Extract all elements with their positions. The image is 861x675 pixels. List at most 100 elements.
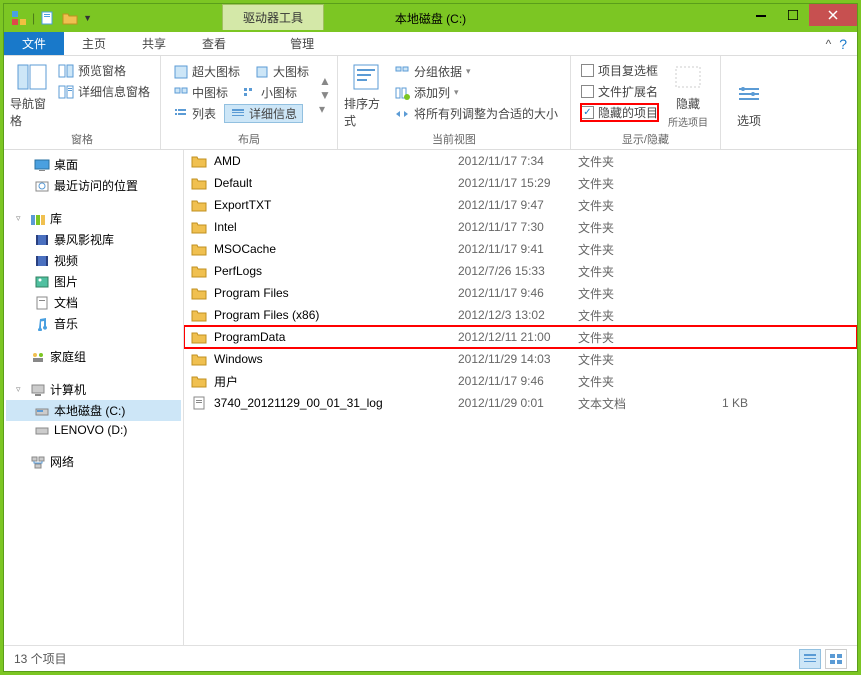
file-extensions-toggle[interactable]: 文件扩展名 <box>581 83 658 100</box>
file-row[interactable]: AMD2012/11/17 7:34文件夹 <box>184 150 857 172</box>
minimize-button[interactable] <box>745 4 777 26</box>
options-icon <box>733 78 765 110</box>
contextual-tab-container: 驱动器工具 <box>222 4 324 30</box>
layout-down-icon[interactable]: ▼ <box>319 88 331 102</box>
sidebar-item-desktop[interactable]: 桌面 <box>6 154 181 175</box>
sort-icon <box>350 61 382 93</box>
drive-icon <box>34 423 50 437</box>
sidebar-item-network[interactable]: 网络 <box>6 451 181 472</box>
view-details[interactable]: 详细信息 <box>224 104 303 123</box>
layout-more-icon[interactable]: ▾ <box>319 102 331 116</box>
folder-icon <box>190 153 208 169</box>
view-medium[interactable]: 中图标 <box>167 83 234 102</box>
file-row[interactable]: MSOCache2012/11/17 9:41文件夹 <box>184 238 857 260</box>
file-row[interactable]: Program Files2012/11/17 9:46文件夹 <box>184 282 857 304</box>
file-type: 文件夹 <box>578 285 678 302</box>
drive-tools-tab-label: 驱动器工具 <box>222 4 324 30</box>
tab-file[interactable]: 文件 <box>4 32 64 55</box>
folder-icon <box>190 175 208 191</box>
sidebar-item-pictures[interactable]: 图片 <box>6 271 181 292</box>
checkbox-checked-icon: ✓ <box>581 106 594 119</box>
file-date: 2012/11/17 9:46 <box>458 374 578 388</box>
hidden-items-toggle[interactable]: ✓隐藏的项目 <box>581 104 658 121</box>
file-row[interactable]: 用户2012/11/17 9:46文件夹 <box>184 370 857 392</box>
file-name: ExportTXT <box>214 198 458 212</box>
small-icon <box>242 86 258 100</box>
preview-pane-button[interactable]: 预览窗格 <box>58 62 150 79</box>
file-row[interactable]: Program Files (x86)2012/12/3 13:02文件夹 <box>184 304 857 326</box>
folder-icon <box>190 219 208 235</box>
file-size: 1 KB <box>678 396 758 410</box>
sidebar-item-videos[interactable]: 视频 <box>6 250 181 271</box>
navigation-pane-button[interactable]: 导航窗格 <box>10 60 54 129</box>
sidebar-item-homegroup[interactable]: 家庭组 <box>6 346 181 367</box>
status-bar: 13 个项目 <box>4 645 857 671</box>
status-item-count: 13 个项目 <box>14 650 67 667</box>
file-list[interactable]: AMD2012/11/17 7:34文件夹Default2012/11/17 1… <box>184 150 857 645</box>
extra-large-icon <box>173 65 189 79</box>
expand-icon[interactable]: ▿ <box>16 213 26 224</box>
group-by-button[interactable]: 分组依据▾ <box>392 62 560 81</box>
file-row[interactable]: Default2012/11/17 15:29文件夹 <box>184 172 857 194</box>
details-pane-button[interactable]: 详细信息窗格 <box>58 83 150 100</box>
hide-selected-button[interactable]: 隐藏 所选项目 <box>662 60 714 129</box>
sidebar-item-ddrive[interactable]: LENOVO (D:) <box>6 421 181 439</box>
new-folder-icon[interactable] <box>61 9 79 27</box>
view-extra-large[interactable]: 超大图标 <box>167 62 246 81</box>
tab-home[interactable]: 主页 <box>64 32 124 55</box>
file-row[interactable]: Intel2012/11/17 7:30文件夹 <box>184 216 857 238</box>
ribbon-group-layout-label: 布局 <box>167 129 331 147</box>
tab-share[interactable]: 共享 <box>124 32 184 55</box>
sidebar-item-documents[interactable]: 文档 <box>6 292 181 313</box>
minimize-ribbon-icon[interactable]: ^ <box>826 37 832 51</box>
file-name: ProgramData <box>214 330 458 344</box>
file-name: Intel <box>214 220 458 234</box>
add-columns-icon <box>394 86 410 100</box>
sidebar-item-recent[interactable]: 最近访问的位置 <box>6 175 181 196</box>
file-row[interactable]: Windows2012/11/29 14:03文件夹 <box>184 348 857 370</box>
file-date: 2012/11/17 7:30 <box>458 220 578 234</box>
view-toggle-details[interactable] <box>799 649 821 669</box>
sidebar-item-computer[interactable]: ▿计算机 <box>6 379 181 400</box>
item-checkboxes-toggle[interactable]: 项目复选框 <box>581 62 658 79</box>
qat-dropdown-icon[interactable]: ▼ <box>83 13 92 23</box>
tab-manage[interactable]: 管理 <box>272 32 332 55</box>
ribbon-tabs: 文件 主页 共享 查看 管理 ^ ? <box>4 32 857 56</box>
sidebar-item-libraries[interactable]: ▿库 <box>6 208 181 229</box>
view-small[interactable]: 小图标 <box>236 83 303 102</box>
file-date: 2012/11/17 9:47 <box>458 198 578 212</box>
file-row[interactable]: ExportTXT2012/11/17 9:47文件夹 <box>184 194 857 216</box>
libraries-icon <box>30 212 46 226</box>
expand-icon[interactable]: ▿ <box>16 384 26 395</box>
maximize-button[interactable] <box>777 4 809 26</box>
sort-by-button[interactable]: 排序方式 <box>344 60 388 129</box>
file-name: AMD <box>214 154 458 168</box>
fit-columns-button[interactable]: 将所有列调整为合适的大小 <box>392 104 560 123</box>
sidebar-item-cdrive[interactable]: 本地磁盘 (C:) <box>6 400 181 421</box>
help-icon[interactable]: ? <box>839 36 847 52</box>
file-date: 2012/11/29 0:01 <box>458 396 578 410</box>
view-toggle-icons[interactable] <box>825 649 847 669</box>
tab-view[interactable]: 查看 <box>184 32 244 55</box>
sidebar-item-music[interactable]: 音乐 <box>6 313 181 334</box>
file-type: 文件夹 <box>578 307 678 324</box>
close-button[interactable] <box>809 4 857 26</box>
file-name: Default <box>214 176 458 190</box>
file-row[interactable]: ProgramData2012/12/11 21:00文件夹 <box>184 326 857 348</box>
file-type: 文件夹 <box>578 241 678 258</box>
properties-icon[interactable] <box>39 9 57 27</box>
layout-up-icon[interactable]: ▲ <box>319 74 331 88</box>
file-name: Program Files (x86) <box>214 308 458 322</box>
videos-icon <box>34 254 50 268</box>
sidebar-item-storm[interactable]: 暴风影视库 <box>6 229 181 250</box>
file-row[interactable]: PerfLogs2012/7/26 15:33文件夹 <box>184 260 857 282</box>
view-large[interactable]: 大图标 <box>248 62 315 81</box>
ribbon-group-showhide: 项目复选框 文件扩展名 ✓隐藏的项目 隐藏 所选项目 显示/隐藏 <box>571 56 721 149</box>
options-button[interactable]: 选项 <box>727 60 771 147</box>
file-row[interactable]: 3740_20121129_00_01_31_log2012/11/29 0:0… <box>184 392 857 414</box>
view-list[interactable]: 列表 <box>167 104 222 123</box>
folder-icon <box>190 373 208 389</box>
add-columns-button[interactable]: 添加列▾ <box>392 83 560 102</box>
ribbon-group-current-view-label: 当前视图 <box>344 129 564 147</box>
content-area: 桌面 最近访问的位置 ▿库 暴风影视库 视频 图片 文档 音乐 家庭组 ▿计算机… <box>4 150 857 645</box>
